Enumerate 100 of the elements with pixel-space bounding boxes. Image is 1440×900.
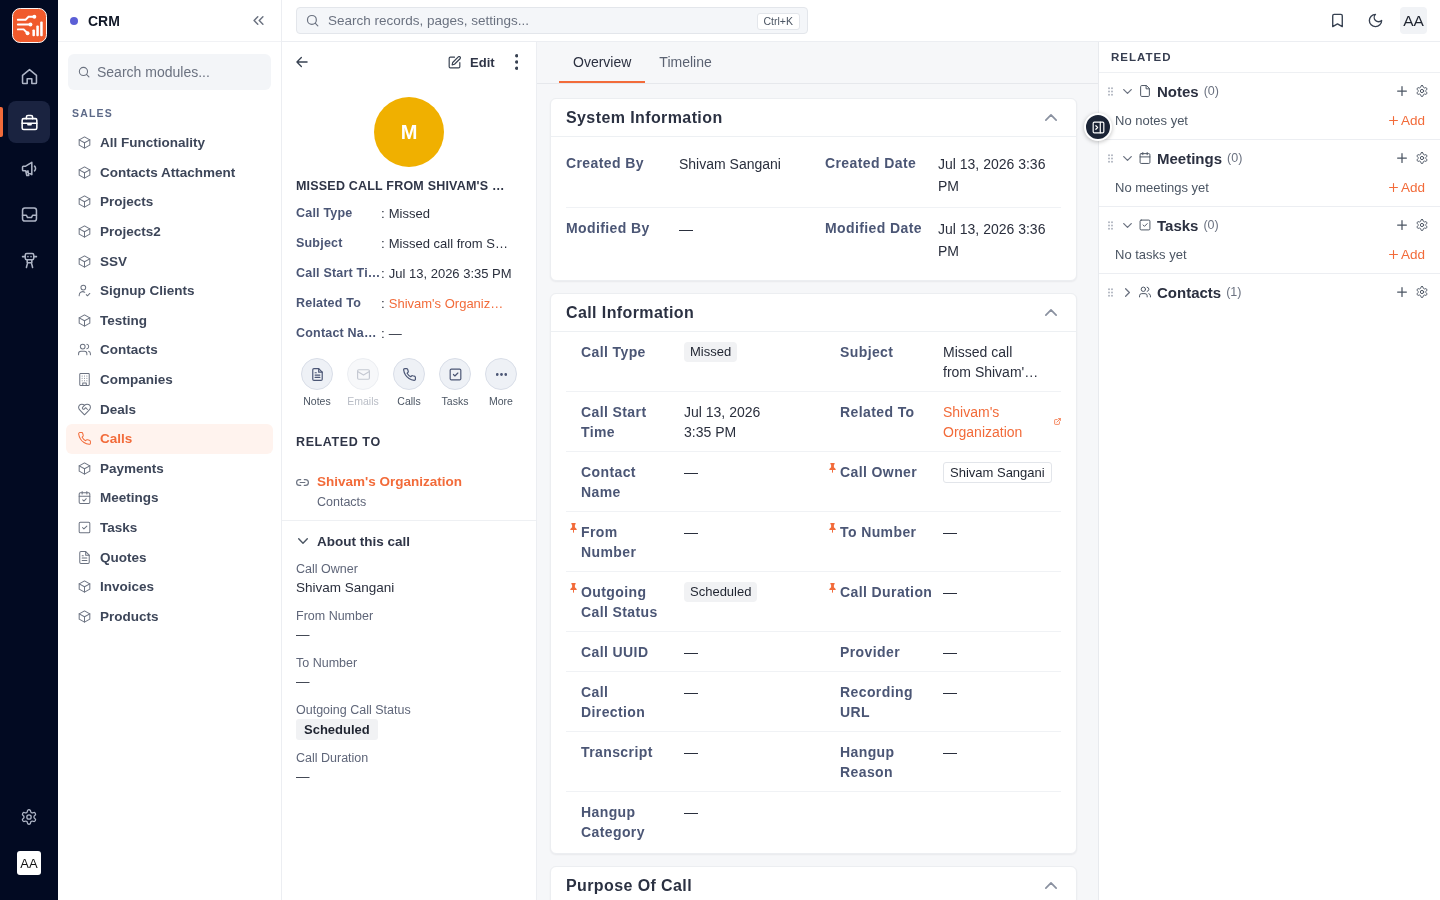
field-label: Transcript <box>581 743 653 760</box>
field-label: Call Duration <box>296 750 370 767</box>
chevron-down-icon[interactable] <box>1123 88 1132 94</box>
settings-icon[interactable] <box>1416 286 1428 298</box>
settings-icon[interactable] <box>21 809 37 825</box>
chevron-up-icon[interactable] <box>1045 114 1057 121</box>
sidebar-item[interactable]: Projects2 <box>66 216 273 247</box>
chevron-up-icon[interactable] <box>1045 309 1057 316</box>
field-label: Call UUID <box>581 643 649 660</box>
field-label: Contact Name <box>581 463 636 500</box>
drag-handle-icon[interactable] <box>1108 220 1113 230</box>
quick-action-button[interactable]: Calls <box>386 358 432 408</box>
plus-icon <box>1388 115 1398 125</box>
drag-handle-icon[interactable] <box>1108 153 1113 163</box>
avatar-button[interactable]: AA <box>17 851 41 875</box>
sidebar-item[interactable]: Payments <box>66 453 273 484</box>
phone-icon <box>393 358 425 390</box>
drag-handle-icon[interactable] <box>1108 287 1113 297</box>
moon-icon[interactable] <box>1368 13 1383 28</box>
settings-icon[interactable] <box>1416 152 1428 164</box>
search-field[interactable]: Search modules... <box>68 54 271 90</box>
sidebar-item[interactable]: Signup Clients <box>66 275 273 306</box>
field-value: Missed call from Shivam'… <box>943 342 1040 382</box>
settings-icon[interactable] <box>1416 85 1428 97</box>
chevron-up-icon[interactable] <box>1045 882 1057 889</box>
chevron-down-icon[interactable] <box>298 538 308 544</box>
tab[interactable]: Timeline <box>645 42 726 83</box>
panel-toggle-button[interactable] <box>1084 113 1112 141</box>
sidebar-item[interactable]: Invoices <box>66 571 273 602</box>
chevron-right-icon[interactable] <box>1125 287 1130 297</box>
field-value: — <box>943 682 957 702</box>
field-value: — <box>684 802 698 822</box>
field-label: Call Start Time <box>581 403 647 440</box>
more-icon <box>485 358 517 390</box>
dot-icon <box>70 16 78 25</box>
drag-handle-icon[interactable] <box>1108 86 1113 96</box>
sidebar-item[interactable]: Products <box>66 601 273 632</box>
field-label: Related To <box>296 296 362 310</box>
field-value: Shivam Sangani <box>296 580 395 595</box>
pencil-icon <box>448 55 462 69</box>
sidebar-item[interactable]: Companies <box>66 364 273 395</box>
quick-action-button[interactable]: More <box>478 358 524 408</box>
plus-icon[interactable] <box>1397 220 1407 230</box>
status-badge: Scheduled <box>684 581 758 602</box>
sidebar-item[interactable]: Quotes <box>66 542 273 572</box>
user-chip: Shivam Sangani <box>943 461 1052 483</box>
cube-icon <box>78 165 91 179</box>
sidebar-item[interactable]: Contacts <box>66 335 273 365</box>
sidebar-item[interactable]: Tasks <box>66 512 273 543</box>
field-value: — <box>296 674 310 689</box>
avatar-button[interactable]: AA <box>1400 7 1427 34</box>
section-title: Purpose Of Call <box>566 876 693 895</box>
plus-icon[interactable] <box>1397 86 1407 96</box>
field-label: Hangup Reason <box>840 743 895 780</box>
quick-action-button[interactable]: Notes <box>294 358 340 408</box>
field-separator: : <box>381 325 385 341</box>
field-label: Call Start Ti… <box>296 266 380 280</box>
sidebar-item[interactable]: Contacts Attachment <box>66 157 273 188</box>
field-value: — <box>943 582 957 602</box>
field-label: Modified Date <box>825 219 923 238</box>
search-icon <box>78 66 90 78</box>
sidebar-item[interactable]: Meetings <box>66 483 273 513</box>
logo-icon[interactable] <box>11 8 47 43</box>
field-separator: : <box>381 205 385 221</box>
sidebar-item[interactable]: SSV <box>66 246 273 276</box>
field-label: Created Date <box>825 154 918 173</box>
more-icon[interactable] <box>514 54 518 70</box>
group-count: (0) <box>1203 84 1219 98</box>
sidebar-item[interactable]: Projects <box>66 187 273 217</box>
building-icon <box>78 373 91 387</box>
tab[interactable]: Overview <box>559 42 646 83</box>
sidebar-item[interactable]: Testing <box>66 305 273 336</box>
field-separator: : <box>381 235 385 251</box>
settings-icon[interactable] <box>1416 219 1428 231</box>
chevron-down-icon[interactable] <box>1123 155 1132 161</box>
cube-icon <box>78 136 91 150</box>
quick-action-button[interactable]: Tasks <box>432 358 478 408</box>
empty-message: No notes yet <box>1115 112 1188 128</box>
plus-icon[interactable] <box>1397 287 1407 297</box>
field-value: Jul 13, 2026 3:35 PM <box>388 265 512 281</box>
sidebar-item[interactable]: All Functionality <box>66 128 273 158</box>
group-title: Meetings <box>1157 149 1222 167</box>
field-value: — <box>684 642 698 662</box>
field-label: Subject <box>840 343 894 360</box>
collapse-icon[interactable] <box>253 16 264 25</box>
field-separator: : <box>381 295 385 311</box>
cube-icon <box>78 461 91 475</box>
field-label: From Number <box>581 523 637 560</box>
empty-message: No tasks yet <box>1115 246 1187 262</box>
megaphone-icon <box>20 159 38 177</box>
group-title: About this call <box>317 533 410 549</box>
bookmark-icon[interactable] <box>1330 13 1345 28</box>
sidebar-item[interactable]: Deals <box>66 394 273 424</box>
chevron-down-icon[interactable] <box>1123 222 1132 228</box>
record-title: MISSED CALL FROM SHIVAM'S … <box>296 178 506 194</box>
plus-icon[interactable] <box>1397 153 1407 163</box>
edit-button[interactable]: Edit <box>442 51 501 73</box>
rail-button[interactable] <box>8 101 50 143</box>
back-icon[interactable] <box>295 55 309 69</box>
shortcut-hint: Ctrl+K <box>756 13 800 30</box>
